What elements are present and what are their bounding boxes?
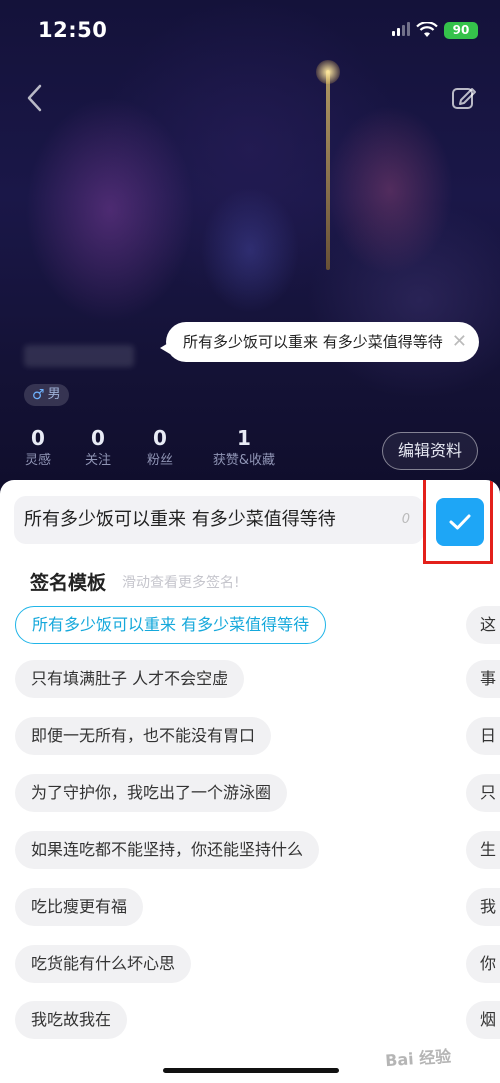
template-chip-partial[interactable]: 生 bbox=[466, 831, 500, 869]
username-blurred bbox=[24, 345, 134, 367]
char-count: 0 bbox=[401, 512, 410, 527]
cellular-signal-icon bbox=[392, 22, 410, 36]
stat-likes-collections[interactable]: 1 获赞&收藏 bbox=[206, 425, 282, 471]
watermark: Bai 经验 bbox=[384, 1046, 452, 1071]
template-chip-partial[interactable]: 只 bbox=[466, 774, 500, 812]
stat-label: 关注 bbox=[84, 453, 111, 468]
template-chip-partial[interactable]: 日 bbox=[466, 717, 500, 755]
background-lamp bbox=[316, 60, 340, 84]
signature-input-value: 所有多少饭可以重来 有多少菜值得等待 bbox=[24, 509, 336, 530]
template-chip[interactable]: 吃比瘦更有福 bbox=[15, 888, 144, 926]
template-chip[interactable]: 即便一无所有，也不能没有胃口 bbox=[15, 717, 272, 755]
profile-background bbox=[0, 0, 500, 490]
status-bar: 12:50 90 bbox=[0, 0, 500, 60]
background-pole bbox=[326, 70, 330, 270]
template-chip-partial[interactable]: 你 bbox=[466, 945, 500, 983]
stat-value: 0 bbox=[31, 426, 45, 450]
template-chip-partial[interactable]: 事 bbox=[466, 660, 500, 698]
templates-title: 签名模板 bbox=[30, 572, 107, 594]
template-chip[interactable]: 我吃故我在 bbox=[15, 1001, 128, 1039]
stat-label: 获赞&收藏 bbox=[212, 453, 276, 468]
template-chip[interactable]: 为了守护你，我吃出了一个游泳圈 bbox=[15, 774, 288, 812]
close-icon[interactable]: ✕ bbox=[452, 322, 467, 362]
stat-label: 粉丝 bbox=[146, 453, 173, 468]
template-chip[interactable]: 所有多少饭可以重来 有多少菜值得等待 bbox=[15, 606, 327, 644]
template-chip[interactable]: 只有填满肚子 人才不会空虚 bbox=[15, 660, 245, 698]
template-chip-partial[interactable]: 这 bbox=[466, 606, 500, 644]
stat-value: 1 bbox=[237, 426, 251, 450]
edit-profile-button[interactable]: 编辑资料 bbox=[382, 432, 478, 470]
stat-label: 灵感 bbox=[24, 453, 51, 468]
signature-input[interactable]: 所有多少饭可以重来 有多少菜值得等待 0 bbox=[14, 496, 424, 544]
confirm-button[interactable] bbox=[436, 498, 484, 546]
stat-followers[interactable]: 0 粉丝 bbox=[144, 425, 176, 471]
signature-tooltip: 所有多少饭可以重来 有多少菜值得等待 ✕ bbox=[160, 322, 479, 362]
stat-following[interactable]: 0 关注 bbox=[82, 425, 114, 471]
stat-value: 0 bbox=[153, 426, 167, 450]
template-chip[interactable]: 吃货能有什么坏心思 bbox=[15, 945, 192, 983]
templates-hint: 滑动查看更多签名! bbox=[122, 575, 240, 591]
template-chip[interactable]: 如果连吃都不能坚持，你还能坚持什么 bbox=[15, 831, 320, 869]
tooltip-text: 所有多少饭可以重来 有多少菜值得等待 bbox=[183, 333, 443, 351]
male-icon: ♂ bbox=[32, 387, 45, 403]
battery-indicator: 90 bbox=[444, 22, 478, 39]
check-icon bbox=[449, 514, 471, 530]
edit-icon[interactable] bbox=[450, 84, 478, 112]
template-chip-partial[interactable]: 烟 bbox=[466, 1001, 500, 1039]
template-chip-partial[interactable]: 我 bbox=[466, 888, 500, 926]
gender-label: 男 bbox=[47, 387, 61, 402]
stat-inspiration[interactable]: 0 灵感 bbox=[22, 425, 54, 471]
stat-value: 0 bbox=[91, 426, 105, 450]
profile-stats: 0 灵感 0 关注 0 粉丝 1 获赞&收藏 bbox=[0, 425, 380, 475]
back-icon[interactable] bbox=[24, 82, 48, 114]
wifi-icon bbox=[416, 22, 438, 37]
gender-badge: ♂ 男 bbox=[24, 384, 69, 406]
signature-sheet: 所有多少饭可以重来 有多少菜值得等待 0 签名模板 滑动查看更多签名! 所有多少… bbox=[0, 480, 500, 1083]
home-indicator[interactable] bbox=[163, 1068, 339, 1073]
status-time: 12:50 bbox=[38, 18, 108, 42]
